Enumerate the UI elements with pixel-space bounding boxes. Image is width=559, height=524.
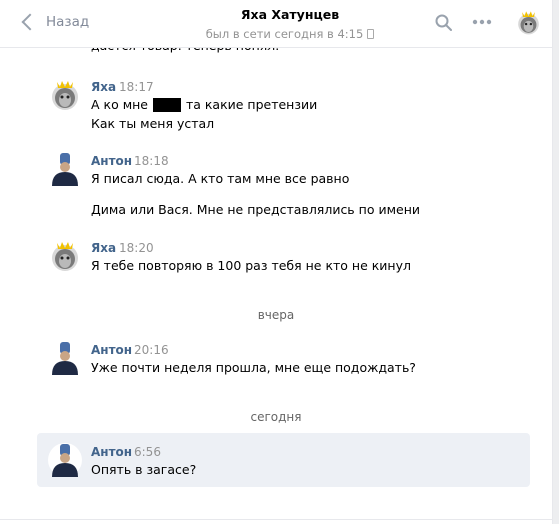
message-item[interactable]: Яха 18:17 А ко мне та какие претензии Ка…: [0, 74, 552, 136]
message-line: Как ты меня устал: [91, 116, 215, 131]
message-time[interactable]: 18:20: [119, 241, 154, 255]
message-time[interactable]: 18:17: [119, 80, 154, 94]
avatar[interactable]: [48, 239, 82, 273]
message-line: Опять в загасе?: [91, 462, 197, 477]
man-avatar-icon: [48, 152, 82, 186]
date-separator: вчера: [257, 308, 295, 322]
message-author[interactable]: Антон: [91, 154, 132, 168]
chevron-left-icon: [21, 13, 39, 31]
online-status-text: был в сети сегодня в 4:15: [205, 27, 364, 41]
back-label: Назад: [46, 14, 90, 30]
online-status: был в сети сегодня в 4:15: [170, 27, 410, 41]
message-author[interactable]: Антон: [91, 343, 132, 357]
lion-avatar-icon: [518, 11, 539, 35]
chat-header: Назад Яха Хатунцев был в сети сегодня в …: [0, 0, 552, 48]
message-line: Дима или Вася. Мне не представлялись по …: [91, 202, 420, 217]
avatar[interactable]: [48, 443, 82, 477]
lion-avatar-icon: [52, 242, 78, 271]
message-line: А ко мне та какие претензии: [91, 97, 317, 112]
avatar[interactable]: [48, 341, 82, 375]
message-time[interactable]: 6:56: [134, 445, 161, 459]
message-line: Я писал сюда. А кто там мне все равно: [91, 171, 350, 186]
message-time[interactable]: 18:18: [134, 154, 169, 168]
man-avatar-icon: [48, 443, 82, 477]
header-avatar[interactable]: [515, 9, 542, 36]
avatar[interactable]: [48, 78, 82, 112]
back-button[interactable]: Назад: [20, 10, 89, 34]
message-item[interactable]: Антон 18:18 Я писал сюда. А кто там мне …: [0, 148, 552, 220]
message-line: Я тебе повторяю в 100 раз тебя не кто не…: [91, 258, 411, 273]
message-line: Уже почти неделя прошла, мне еще подожда…: [91, 360, 416, 375]
message-item[interactable]: Яха 18:20 Я тебе повторяю в 100 раз тебя…: [0, 235, 552, 279]
lion-avatar-icon: [52, 81, 78, 110]
redacted-word: [152, 98, 181, 112]
message-time[interactable]: 20:16: [134, 343, 169, 357]
phone-icon: [367, 29, 375, 39]
chat-panel: дастся товар. теперь понял. Яха 18:17 А …: [0, 0, 553, 524]
message-item[interactable]: Антон 20:16 Уже почти неделя прошла, мне…: [0, 337, 552, 381]
chat-title-block[interactable]: Яха Хатунцев был в сети сегодня в 4:15: [170, 7, 410, 41]
message-author[interactable]: Антон: [91, 445, 132, 459]
message-author[interactable]: Яха: [91, 241, 116, 255]
chat-title[interactable]: Яха Хатунцев: [170, 7, 410, 22]
divider: [0, 519, 552, 520]
message-text: та какие претензии: [181, 97, 318, 112]
message-item[interactable]: Антон 6:56 Опять в загасе?: [0, 439, 552, 483]
more-icon[interactable]: [472, 19, 492, 25]
search-icon[interactable]: [435, 14, 452, 31]
message-text: А ко мне: [91, 97, 152, 112]
date-separator: сегодня: [250, 410, 302, 424]
man-avatar-icon: [48, 341, 82, 375]
avatar[interactable]: [48, 152, 82, 186]
message-author[interactable]: Яха: [91, 80, 116, 94]
